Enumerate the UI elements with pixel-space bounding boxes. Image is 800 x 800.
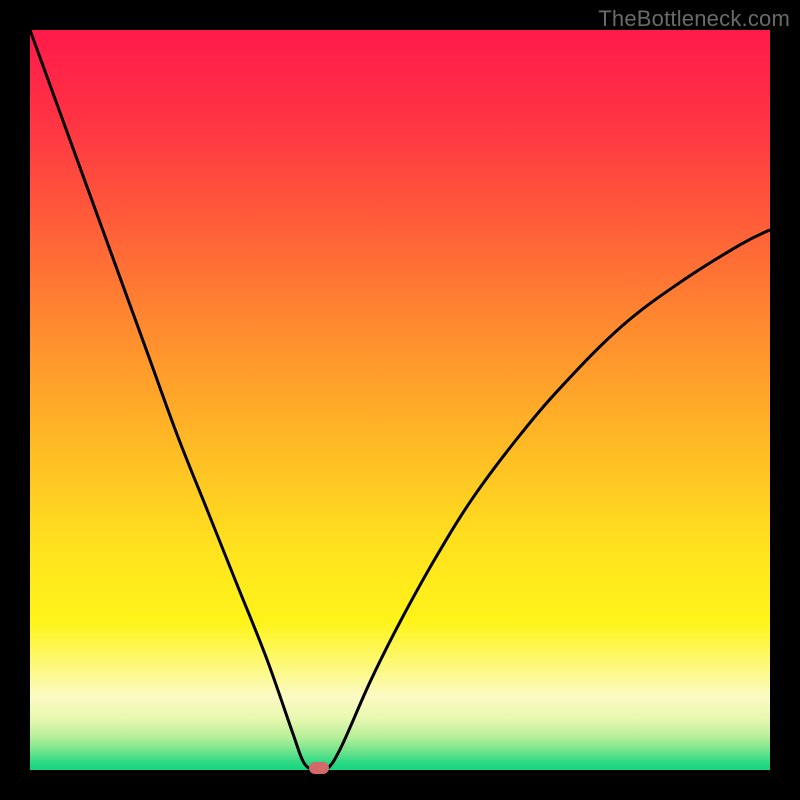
optimal-point-marker [309, 762, 329, 774]
gradient-background [30, 30, 770, 770]
watermark-text: TheBottleneck.com [598, 6, 790, 32]
gradient-and-curve [30, 30, 770, 770]
plot-area [30, 30, 770, 770]
chart-frame: TheBottleneck.com [0, 0, 800, 800]
